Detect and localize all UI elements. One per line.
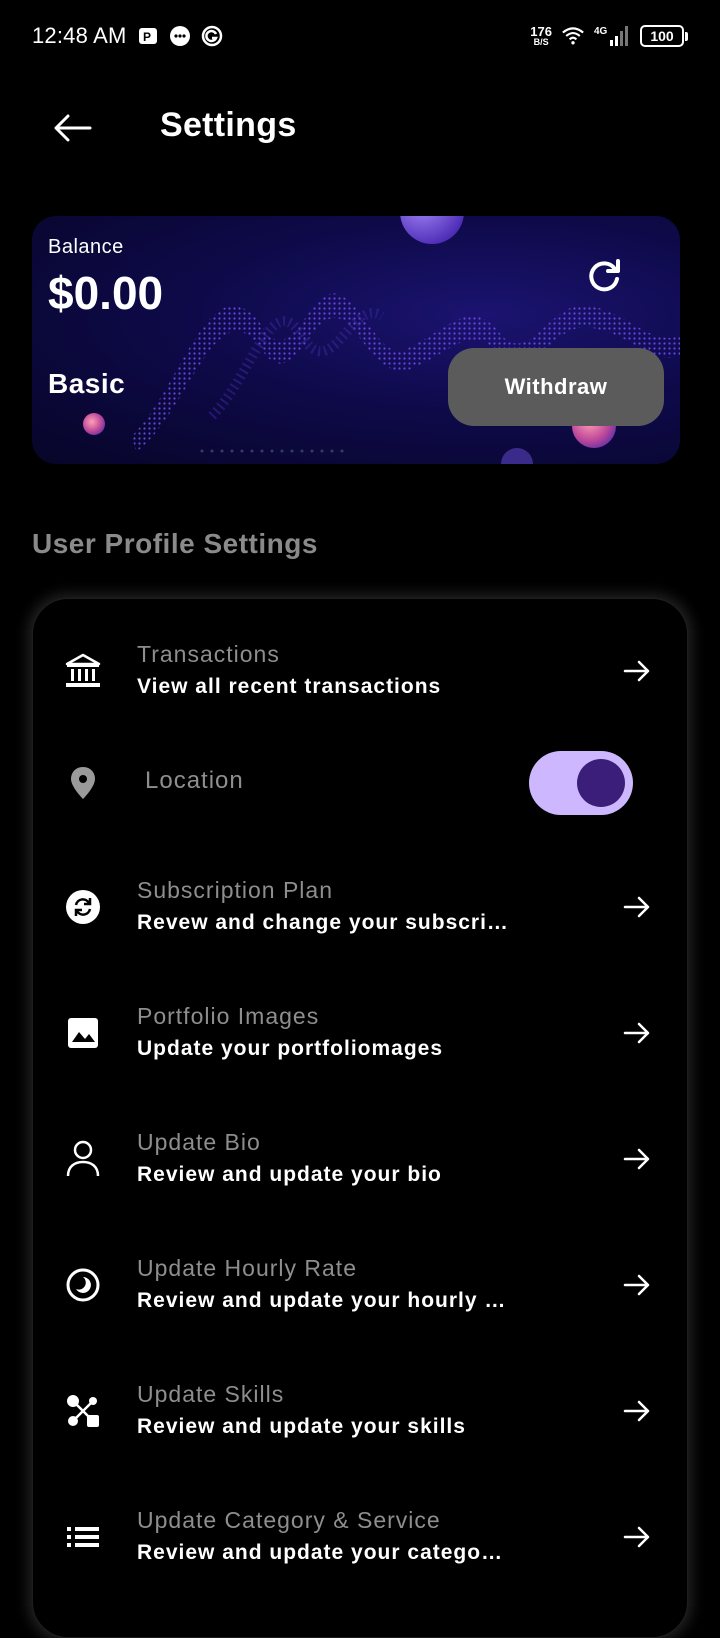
settings-item-subtitle: Review and update your catego… — [137, 1541, 504, 1564]
balance-amount: $0.00 — [48, 267, 164, 319]
back-button[interactable] — [48, 106, 96, 150]
refresh-button[interactable] — [580, 252, 628, 300]
bank-icon — [61, 649, 105, 693]
settings-item-title: Update Category & Service — [137, 1507, 441, 1533]
refresh-icon — [589, 259, 620, 292]
grammarly-icon — [201, 25, 223, 47]
settings-item-update-category-service[interactable]: Update Category & Service Review and upd… — [33, 1485, 689, 1595]
page-title: Settings — [160, 106, 297, 144]
settings-item-title: Update Bio — [137, 1129, 261, 1155]
settings-item-subtitle: Revew and change your subscri… — [137, 911, 509, 934]
settings-list: Transactions View all recent transaction… — [32, 598, 688, 1638]
settings-item-update-hourly-rate[interactable]: Update Hourly Rate Review and update you… — [33, 1233, 689, 1343]
settings-item-portfolio-images[interactable]: Portfolio Images Update your portfolioma… — [33, 981, 689, 1091]
settings-item-subtitle: Review and update your bio — [137, 1163, 442, 1186]
arrow-right-icon — [621, 1269, 653, 1301]
settings-item-title: Update Skills — [137, 1381, 285, 1407]
status-left: 12:48 AM P — [32, 23, 223, 49]
settings-item-title: Subscription Plan — [137, 877, 333, 903]
arrow-right-icon — [621, 1395, 653, 1427]
settings-item-transactions[interactable]: Transactions View all recent transaction… — [33, 619, 689, 729]
battery-level: 100 — [640, 25, 684, 47]
arrow-right-icon — [621, 891, 653, 923]
sync-icon — [61, 885, 105, 929]
settings-item-update-bio[interactable]: Update Bio Review and update your bio — [33, 1107, 689, 1217]
battery-icon: 100 — [640, 25, 688, 47]
settings-item-location: Location — [33, 731, 689, 841]
network-speed: 176 B/S — [530, 25, 552, 47]
wifi-icon — [562, 25, 584, 47]
location-pin-icon — [61, 761, 105, 805]
balance-card: Balance $0.00 Basic Withdraw — [32, 216, 680, 464]
battery-cap — [685, 31, 688, 41]
svg-text:P: P — [143, 30, 151, 44]
plan-name: Basic — [48, 368, 126, 399]
arrow-right-icon — [621, 1143, 653, 1175]
clock-icon — [61, 1263, 105, 1307]
settings-item-title: Transactions — [137, 641, 280, 667]
app-bar: Settings — [0, 90, 720, 166]
settings-item-title: Update Hourly Rate — [137, 1255, 357, 1281]
arrow-right-icon — [621, 1521, 653, 1553]
section-title: User Profile Settings — [32, 528, 318, 559]
balance-label: Balance — [48, 236, 124, 258]
list-icon — [61, 1515, 105, 1559]
toggle-knob — [577, 759, 625, 807]
arrow-right-icon — [621, 1017, 653, 1049]
settings-item-subtitle: Update your portfoliomages — [137, 1037, 444, 1060]
settings-item-subtitle: Review and update your skills — [137, 1415, 466, 1438]
network-type: 4G — [594, 26, 608, 37]
settings-item-subtitle: View all recent transactions — [137, 675, 442, 698]
status-bar: 12:48 AM P 176 B/S 4G 100 — [0, 0, 720, 72]
parking-app-icon: P — [137, 25, 159, 47]
network-speed-unit: B/S — [533, 37, 549, 47]
skills-icon — [61, 1389, 105, 1433]
settings-item-subscription-plan[interactable]: Subscription Plan Revew and change your … — [33, 855, 689, 965]
image-icon — [61, 1011, 105, 1055]
withdraw-button[interactable]: Withdraw — [448, 348, 664, 426]
settings-item-title: Portfolio Images — [137, 1003, 320, 1029]
settings-item-subtitle: Review and update your hourly … — [137, 1289, 507, 1312]
location-label: Location — [145, 767, 244, 794]
location-toggle[interactable] — [529, 751, 633, 815]
settings-item-update-skills[interactable]: Update Skills Review and update your ski… — [33, 1359, 689, 1469]
cellular-signal-icon: 4G — [594, 25, 630, 47]
arrow-right-icon — [621, 655, 653, 687]
chat-bubble-icon — [169, 25, 191, 47]
status-time: 12:48 AM — [32, 23, 127, 48]
person-icon — [61, 1137, 105, 1181]
arrow-left-icon — [54, 114, 92, 142]
status-right: 176 B/S 4G 100 — [530, 25, 688, 47]
